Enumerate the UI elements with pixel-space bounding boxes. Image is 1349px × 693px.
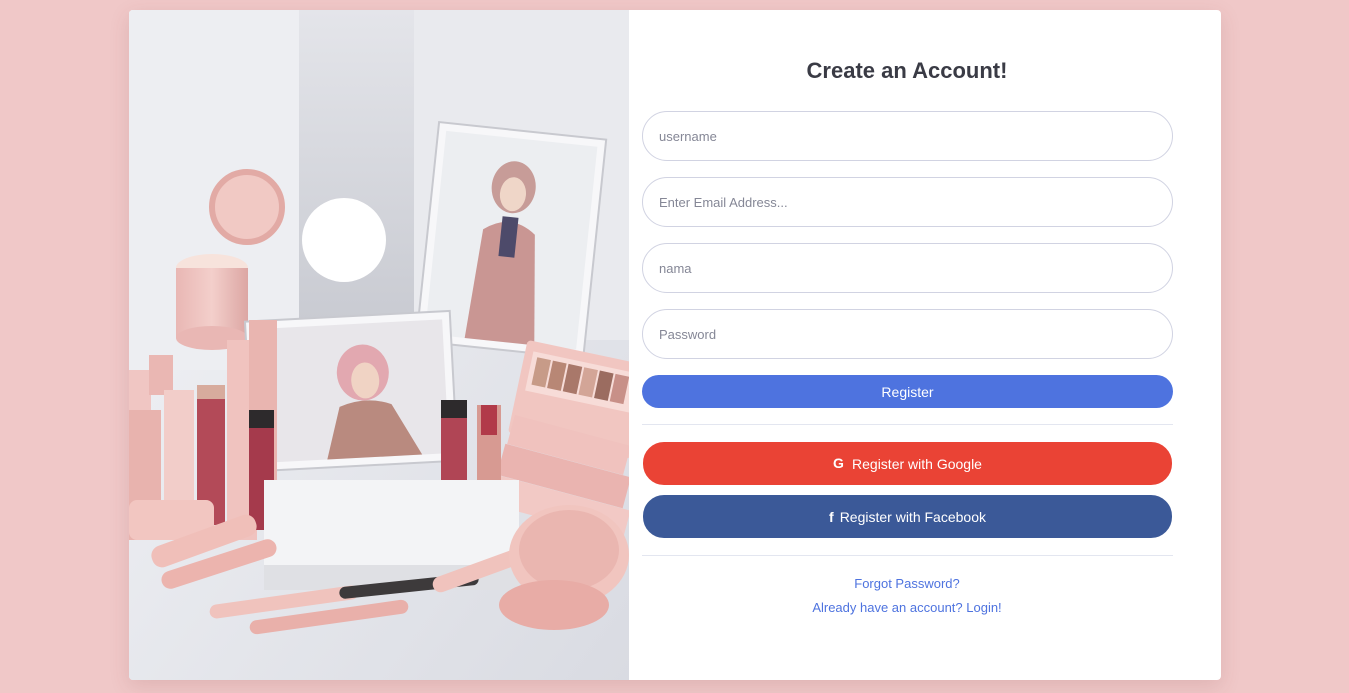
forgot-password-row: Forgot Password? bbox=[629, 576, 1185, 591]
forgot-password-link[interactable]: Forgot Password? bbox=[854, 576, 960, 591]
password-input[interactable] bbox=[642, 309, 1173, 359]
register-card: Create an Account! Register G Register w… bbox=[129, 10, 1221, 680]
register-form-panel: Create an Account! Register G Register w… bbox=[629, 10, 1221, 680]
register-button[interactable]: Register bbox=[642, 375, 1173, 408]
divider bbox=[642, 555, 1173, 556]
login-row: Already have an account? Login! bbox=[629, 600, 1185, 615]
register-google-label: Register with Google bbox=[852, 455, 982, 472]
hero-image bbox=[129, 10, 629, 680]
register-facebook-label: Register with Facebook bbox=[839, 508, 986, 525]
login-link[interactable]: Already have an account? Login! bbox=[812, 600, 1001, 615]
email-input[interactable] bbox=[642, 177, 1173, 227]
google-icon: G bbox=[833, 455, 844, 471]
username-input[interactable] bbox=[642, 111, 1173, 161]
cosmetics-photo bbox=[129, 10, 629, 680]
nama-input[interactable] bbox=[642, 243, 1173, 293]
register-button-label: Register bbox=[881, 383, 934, 400]
register-facebook-button[interactable]: f Register with Facebook bbox=[642, 494, 1173, 539]
facebook-icon: f bbox=[829, 508, 834, 525]
divider bbox=[642, 424, 1173, 425]
register-google-button[interactable]: G Register with Google bbox=[642, 441, 1173, 486]
page-title: Create an Account! bbox=[806, 58, 1008, 83]
